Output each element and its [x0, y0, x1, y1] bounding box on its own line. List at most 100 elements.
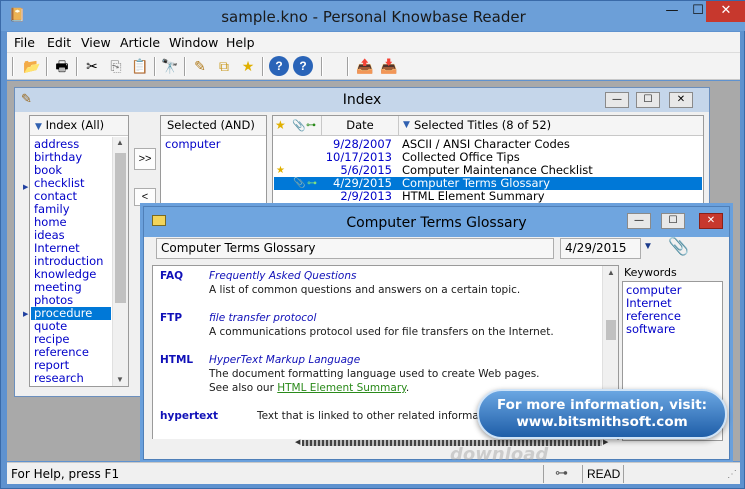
keywords-label: Keywords [624, 266, 677, 279]
attachment-column-icon[interactable]: 📎 [292, 116, 306, 135]
sort-down-icon: ▼ [35, 122, 42, 132]
scroll-thumb[interactable] [606, 320, 616, 340]
scroll-down-icon[interactable]: ▼ [116, 375, 124, 384]
horizontal-scroll-thumb[interactable] [302, 440, 602, 446]
scroll-left-icon[interactable]: ◀ [295, 438, 300, 446]
keyword-items: address birthday book checklist contact famil… [31, 138, 111, 385]
keyword-list-scrollbar[interactable]: ▲ ▼ [112, 137, 128, 386]
glossary-expansion: file transfer protocol [209, 312, 317, 324]
favorite-star-icon[interactable]: ★ [238, 56, 258, 76]
scroll-thumb[interactable] [115, 153, 126, 303]
menu-window[interactable]: Window [169, 35, 218, 50]
glossary-horizontal-scrollbar[interactable]: ◀ ▶ [151, 439, 617, 447]
title-row[interactable]: 2/9/2013 HTML Element Summary [274, 190, 702, 203]
keyword-item[interactable]: research [31, 372, 111, 385]
remove-keyword-button[interactable]: < [134, 188, 156, 206]
index-close-button[interactable]: ✕ [669, 92, 693, 108]
open-folder-icon[interactable]: 📂 [22, 56, 42, 76]
selected-list-header: Selected (AND) [161, 116, 266, 136]
selected-keyword-item[interactable]: computer [161, 138, 266, 151]
menu-file[interactable]: File [14, 35, 35, 50]
index-minimize-button[interactable]: — [605, 92, 629, 108]
keyword-list[interactable]: ▼ Index (All) address birthday book checkli… [29, 115, 129, 387]
menu-edit[interactable]: Edit [47, 35, 71, 50]
promo-line-1: For more information, visit: [496, 397, 708, 413]
toolbar-separator [262, 57, 264, 76]
filter-icon[interactable]: ✎ [190, 56, 210, 76]
favorite-star-icon: ★ [276, 165, 285, 176]
toolbar-separator [184, 57, 186, 76]
scroll-up-icon[interactable]: ▲ [116, 138, 124, 147]
star-column-icon[interactable]: ★ [275, 116, 286, 135]
see-also-suffix: . [405, 382, 410, 394]
export-icon[interactable]: 📤 [355, 56, 375, 76]
topic-title-field[interactable]: Computer Terms Glossary [156, 238, 554, 259]
link-status-icon: ⊶ [555, 465, 568, 480]
find-icon[interactable]: 🔭 [160, 56, 180, 76]
see-also-prefix: See also our [209, 382, 278, 394]
add-keyword-button[interactable]: >> [134, 148, 156, 170]
menu-bar: File Edit View Article Window Help [7, 32, 740, 52]
context-help-icon[interactable]: ? [293, 56, 313, 76]
bookmark-marker-icon: ▶ [23, 184, 29, 191]
copy-icon[interactable]: ⎘ [106, 56, 126, 76]
bookmark-marker-icon: ▶ [23, 311, 29, 318]
titles-table-header: ★ 📎 ⊶ Date ▼ Selected Titles (8 of 52) [273, 116, 703, 136]
glossary-definition: Text that is linked to other related inf… [257, 410, 503, 422]
toolbar-separator [321, 57, 323, 76]
promo-banner[interactable]: For more information, visit: www.bitsmit… [477, 389, 727, 439]
topic-maximize-button[interactable]: ☐ [661, 213, 685, 229]
toolbar-separator [76, 57, 78, 76]
links-icon[interactable]: ⧉ [214, 56, 234, 76]
index-maximize-button[interactable]: ☐ [636, 92, 660, 108]
menu-view[interactable]: View [81, 35, 111, 50]
help-icon[interactable]: ? [269, 56, 289, 76]
topic-minimize-button[interactable]: — [627, 213, 651, 229]
minimize-button[interactable]: — [658, 1, 686, 22]
toolbar-separator [12, 57, 14, 76]
glossary-expansion: HyperText Markup Language [209, 354, 361, 366]
glossary-term: FTP [160, 312, 183, 324]
topic-keyword-items: computer Internet reference software [623, 284, 722, 336]
toolbar: 📂 🖶 ✂ ⎘ 📋 🔭 ✎ ⧉ ★ ? ? 📤 📥 [7, 52, 740, 80]
date-column-header[interactable]: Date [321, 116, 399, 135]
resize-grip-icon[interactable]: ⋰ [727, 469, 737, 480]
link-column-icon[interactable]: ⊶ [306, 116, 316, 135]
topic-title-bar: Computer Terms Glossary — ☐ ✕ [144, 207, 729, 237]
glossary-term: FAQ [160, 270, 184, 282]
glossary-term: HTML [160, 354, 194, 366]
read-mode-indicator: READ [587, 467, 621, 481]
topic-close-button[interactable]: ✕ [699, 213, 723, 229]
keyword-list-header-label: Index (All) [45, 118, 105, 132]
topic-date-field[interactable]: 4/29/2015 [560, 238, 641, 259]
titles-column-header[interactable]: Selected Titles (8 of 52) [414, 116, 551, 135]
glossary-definition: A list of common questions and answers o… [209, 284, 521, 296]
window-title: sample.kno - Personal Knowbase Reader [221, 8, 526, 26]
status-separator [623, 465, 624, 483]
keyword-list-header[interactable]: ▼ Index (All) [30, 116, 128, 136]
title-date: 2/9/2013 [340, 189, 392, 203]
sort-down-icon: ▼ [403, 120, 410, 130]
date-dropdown-button[interactable]: ▼ [643, 241, 657, 257]
close-button[interactable]: ✕ [706, 1, 745, 22]
print-icon[interactable]: 🖶 [52, 56, 72, 76]
glossary-definition: A communications protocol used for file … [209, 326, 554, 338]
paste-icon[interactable]: 📋 [130, 56, 150, 76]
scroll-right-icon[interactable]: ▶ [603, 438, 608, 446]
menu-article[interactable]: Article [120, 35, 160, 50]
html-element-summary-link[interactable]: HTML Element Summary [277, 382, 406, 394]
cut-icon[interactable]: ✂ [82, 56, 102, 76]
index-title-bar: ✎ Index — ☐ ✕ [15, 88, 709, 112]
topic-keyword-item[interactable]: software [623, 323, 722, 336]
toolbar-separator [154, 57, 156, 76]
titles-table[interactable]: ★ 📎 ⊶ Date ▼ Selected Titles (8 of 52) 9… [272, 115, 704, 215]
menu-help[interactable]: Help [226, 35, 255, 50]
attachment-icon[interactable]: 📎 [668, 237, 690, 261]
glossary-term: hypertext [160, 410, 219, 422]
toolbar-separator [347, 57, 349, 76]
selected-keywords-list[interactable]: Selected (AND) computer [160, 115, 267, 215]
import-icon[interactable]: 📥 [379, 56, 399, 76]
promo-website[interactable]: www.bitsmithsoft.com [479, 414, 725, 430]
toolbar-separator [46, 57, 48, 76]
scroll-up-icon[interactable]: ▲ [607, 268, 615, 277]
